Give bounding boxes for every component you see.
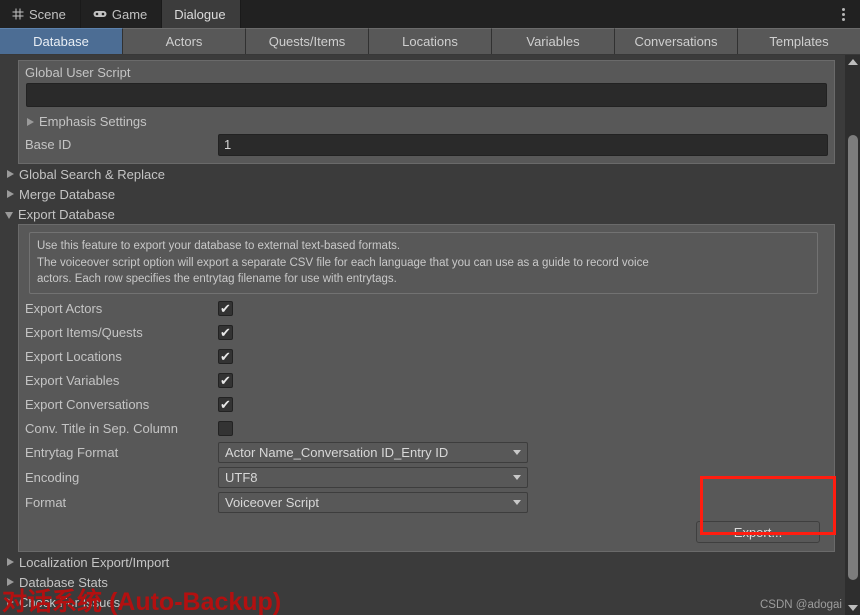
section-global-search-replace[interactable]: Global Search & Replace (0, 164, 845, 184)
checkbox-export-conversations[interactable]: ✔ (218, 396, 233, 412)
checkbox-label: Conv. Title in Sep. Column (25, 420, 178, 436)
row-export-items-quests: Export Items/Quests ✔ (25, 320, 828, 344)
export-button[interactable]: Export... (696, 521, 820, 544)
dropdown-encoding[interactable]: UTF8 (218, 467, 528, 489)
export-help-box: Use this feature to export your database… (29, 232, 818, 295)
tab-label: Database (33, 34, 89, 49)
tab-locations[interactable]: Locations (369, 28, 492, 54)
scrollbar-thumb[interactable] (848, 135, 858, 580)
window-tab-scene[interactable]: Scene (0, 0, 81, 28)
help-line-3: actors. Each row specifies the entrytag … (37, 273, 397, 286)
tab-database[interactable]: Database (0, 28, 123, 54)
tab-label: Actors (165, 34, 203, 49)
database-panel: Global User Script Emphasis Settings Bas… (0, 55, 845, 615)
global-user-script-input[interactable] (26, 83, 827, 107)
row-conv-title-separate-column: Conv. Title in Sep. Column (25, 416, 828, 440)
window-tab-bar: Scene Game Dialogue (0, 0, 860, 28)
checkbox-export-items-quests[interactable]: ✔ (218, 324, 233, 340)
export-button-row: Export... (25, 515, 828, 545)
dropdown-value: Actor Name_Conversation ID_Entry ID (225, 445, 449, 461)
chevron-down-icon (513, 450, 521, 456)
entrytag-format-label: Entrytag Format (25, 445, 119, 461)
tab-label: Templates (769, 34, 829, 49)
dropdown-value: UTF8 (225, 470, 258, 486)
red-annotation-text: 对话系统 (Auto-Backup) (2, 588, 282, 615)
tab-templates[interactable]: Templates (738, 28, 860, 54)
row-entrytag-format: Entrytag Format Actor Name_Conversation … (25, 440, 828, 465)
row-format: Format Voiceover Script (25, 490, 828, 515)
section-label: Merge Database (19, 186, 116, 202)
row-export-variables: Export Variables ✔ (25, 368, 828, 392)
encoding-label: Encoding (25, 470, 80, 486)
chevron-down-icon (5, 211, 13, 219)
window-tab-label: Dialogue (174, 6, 226, 22)
base-id-label: Base ID (25, 137, 72, 152)
caret-up-icon[interactable] (845, 55, 860, 69)
tab-quests-items[interactable]: Quests/Items (246, 28, 369, 54)
tab-label: Variables (526, 34, 580, 49)
chevron-down-icon (513, 500, 521, 506)
section-label: Global Search & Replace (19, 166, 165, 182)
caret-down-icon[interactable] (845, 601, 860, 615)
row-export-actors: Export Actors ✔ (25, 296, 828, 320)
kebab-menu-icon[interactable] (832, 0, 854, 28)
window-tab-dialogue[interactable]: Dialogue (162, 0, 241, 28)
row-export-locations: Export Locations ✔ (25, 344, 828, 368)
export-database-panel: Use this feature to export your database… (18, 224, 835, 553)
tab-label: Locations (402, 34, 458, 49)
section-localization-export-import[interactable]: Localization Export/Import (0, 552, 845, 572)
row-export-conversations: Export Conversations ✔ (25, 392, 828, 416)
dropdown-format[interactable]: Voiceover Script (218, 492, 528, 514)
chevron-right-icon (7, 558, 14, 567)
checkbox-label: Export Conversations (25, 396, 150, 412)
window-tab-label: Game (111, 6, 148, 22)
global-user-script-label: Global User Script (25, 65, 131, 80)
vertical-scrollbar[interactable] (845, 55, 860, 615)
section-export-database[interactable]: Export Database (0, 204, 845, 224)
checkbox-label: Export Variables (25, 372, 120, 388)
format-label: Format (25, 495, 67, 511)
emphasis-settings-label: Emphasis Settings (39, 114, 147, 129)
chevron-right-icon (27, 117, 34, 126)
corner-watermark: CSDN @adogai (760, 599, 842, 611)
chevron-down-icon (513, 475, 521, 481)
window-tab-label: Scene (29, 6, 66, 22)
dropdown-value: Voiceover Script (225, 495, 319, 511)
checkbox-export-locations[interactable]: ✔ (218, 348, 233, 364)
chevron-right-icon (7, 170, 14, 178)
section-label: Export Database (18, 206, 115, 222)
window-tab-game[interactable]: Game (81, 0, 163, 28)
base-id-input[interactable]: 1 (218, 133, 828, 156)
unity-editor-window: Scene Game Dialogue Database Actors Ques… (0, 0, 860, 615)
database-subtab-bar: Database Actors Quests/Items Locations V… (0, 28, 860, 54)
checkbox-label: Export Items/Quests (25, 324, 143, 340)
section-label: Localization Export/Import (19, 554, 170, 570)
tab-label: Quests/Items (268, 34, 346, 49)
dropdown-entrytag-format[interactable]: Actor Name_Conversation ID_Entry ID (218, 442, 528, 464)
emphasis-settings-foldout[interactable]: Emphasis Settings (25, 111, 828, 132)
chevron-right-icon (7, 190, 14, 198)
help-line-1: Use this feature to export your database… (37, 240, 401, 252)
checkbox-label: Export Actors (25, 300, 103, 316)
help-line-2: The voiceover script option will export … (37, 256, 649, 269)
section-merge-database[interactable]: Merge Database (0, 184, 845, 204)
checkbox-export-actors[interactable]: ✔ (218, 300, 233, 316)
checkbox-export-variables[interactable]: ✔ (218, 372, 233, 388)
tab-label: Conversations (634, 34, 718, 49)
checkbox-conv-title-separate-column[interactable] (218, 420, 233, 436)
base-id-row: Base ID 1 (25, 132, 828, 157)
tab-actors[interactable]: Actors (123, 28, 246, 54)
global-settings-group: Global User Script Emphasis Settings Bas… (18, 60, 835, 164)
tab-conversations[interactable]: Conversations (615, 28, 738, 54)
gamepad-icon (93, 9, 107, 19)
grid-icon (12, 8, 24, 20)
tab-variables[interactable]: Variables (492, 28, 615, 54)
row-encoding: Encoding UTF8 (25, 465, 828, 490)
checkbox-label: Export Locations (25, 348, 122, 364)
